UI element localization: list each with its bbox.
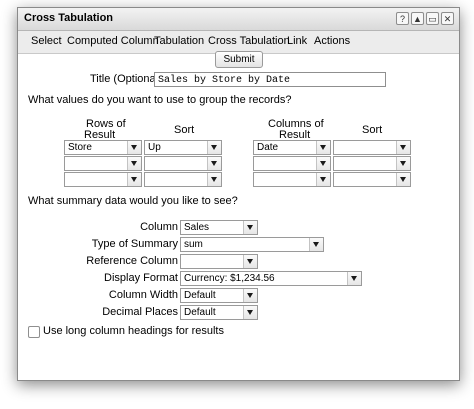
chevron-down-icon [316,141,330,154]
summary-column-select[interactable]: Sales [180,220,258,235]
help-icon[interactable]: ? [396,12,409,25]
title-label: Title (Optional) [90,73,162,85]
chevron-down-icon [127,157,141,170]
group-prompt: What values do you want to use to group … [28,94,292,106]
chevron-down-icon [127,173,141,186]
display-format-label: Display Format [104,272,178,284]
type-of-summary-label: Type of Summary [91,238,178,250]
type-of-summary-select[interactable]: sum [180,237,324,252]
menu-computed-column[interactable]: Computed Column [67,35,159,47]
title-input[interactable]: Sales by Store by Date [154,72,386,87]
type-of-summary-value: sum [184,239,203,250]
chevron-down-icon [347,272,361,285]
reference-column-select[interactable] [180,254,258,269]
decimal-places-label: Decimal Places [102,306,178,318]
long-headings-label: Use long column headings for results [43,325,224,337]
chevron-down-icon [396,173,410,186]
submit-button[interactable]: Submit [215,51,263,68]
chevron-down-icon [243,221,257,234]
maximize-icon[interactable]: ▭ [426,12,439,25]
long-headings-checkbox[interactable] [28,326,40,338]
menu-select[interactable]: Select [31,35,62,47]
chevron-down-icon [316,173,330,186]
chevron-down-icon [127,141,141,154]
menu-cross-tabulation[interactable]: Cross Tabulation [208,35,290,47]
column-field-select-3[interactable] [253,172,331,187]
display-format-select[interactable]: Currency: $1,234.56 [180,271,362,286]
menu-link[interactable]: Link [287,35,307,47]
row-sort-select-3[interactable] [144,172,222,187]
summary-prompt: What summary data would you like to see? [28,195,238,207]
row-field-select-2[interactable] [64,156,142,171]
chevron-down-icon [396,157,410,170]
rows-sort-header: Sort [174,124,195,136]
decimal-places-select[interactable]: Default [180,305,258,320]
summary-column-value: Sales [184,222,210,233]
menu-tabulation[interactable]: Tabulation [154,35,204,47]
column-sort-select-3[interactable] [333,172,411,187]
chevron-down-icon [207,157,221,170]
column-label: Column [140,221,178,233]
title-bar[interactable]: Cross Tabulation ? ▲ ▭ ✕ [18,8,459,31]
cross-tabulation-window: Cross Tabulation ? ▲ ▭ ✕ Select Computed… [17,7,460,381]
chevron-down-icon [309,238,323,251]
decimal-places-value: Default [184,307,216,318]
chevron-down-icon [316,157,330,170]
row-sort-select-2[interactable] [144,156,222,171]
row-field-value-1: Store [68,142,92,153]
chevron-down-icon [243,255,257,268]
reference-column-label: Reference Column [86,255,178,267]
column-field-value-1: Date [257,142,279,153]
close-icon[interactable]: ✕ [441,12,454,25]
chevron-down-icon [243,289,257,302]
row-field-select-3[interactable] [64,172,142,187]
chevron-down-icon [243,306,257,319]
row-sort-select-1[interactable]: Up [144,140,222,155]
chevron-down-icon [207,141,221,154]
column-width-label: Column Width [108,289,178,301]
column-sort-select-1[interactable] [333,140,411,155]
column-width-select[interactable]: Default [180,288,258,303]
row-field-select-1[interactable]: Store [64,140,142,155]
column-width-value: Default [184,290,216,301]
row-sort-value-1: Up [148,142,161,153]
collapse-icon[interactable]: ▲ [411,12,424,25]
column-field-select-2[interactable] [253,156,331,171]
column-field-select-1[interactable]: Date [253,140,331,155]
window-title: Cross Tabulation [24,12,114,24]
chevron-down-icon [396,141,410,154]
chevron-down-icon [207,173,221,186]
column-sort-select-2[interactable] [333,156,411,171]
menu-actions[interactable]: Actions [314,35,350,47]
columns-sort-header: Sort [362,124,383,136]
display-format-value: Currency: $1,234.56 [184,273,275,284]
